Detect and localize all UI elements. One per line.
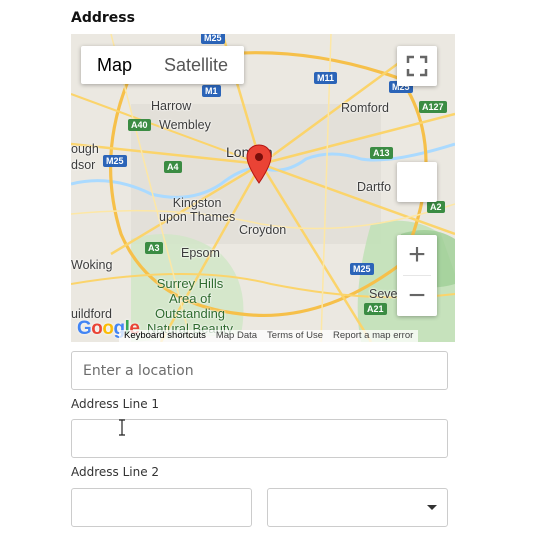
- road-shield-a13: A13: [370, 147, 393, 159]
- map-type-map-button[interactable]: Map: [81, 46, 148, 84]
- road-shield-m25-w: M25: [103, 155, 127, 167]
- terms-of-use-link[interactable]: Terms of Use: [262, 330, 328, 342]
- place-label-croydon: Croydon: [239, 223, 287, 237]
- place-label-slough: ough: [71, 142, 99, 156]
- place-label-windsor: dsor: [71, 158, 96, 172]
- street-view-pegman-button[interactable]: [397, 162, 437, 202]
- location-field: [71, 351, 448, 390]
- place-label-kingston: Kingston upon Thames: [159, 196, 236, 225]
- road-shield-a3: A3: [145, 242, 163, 254]
- map-attribution-bar: Keyboard shortcuts Map Data Terms of Use…: [119, 330, 419, 342]
- address-line1-field: [71, 419, 448, 458]
- chevron-down-icon: [427, 505, 437, 510]
- road-shield-m25: M25: [201, 34, 225, 44]
- location-input[interactable]: [72, 352, 447, 389]
- zoom-out-button[interactable]: −: [397, 276, 437, 316]
- place-label-harrow: Harrow: [151, 99, 192, 113]
- report-map-error-link[interactable]: Report a map error: [328, 330, 418, 342]
- place-label-woking: Woking: [71, 258, 113, 272]
- place-label-surrey-hills: Surrey Hills Area of Outstanding Natural…: [147, 276, 233, 336]
- address-line1-input[interactable]: [72, 420, 447, 457]
- road-shield-a21: A21: [364, 303, 387, 315]
- keyboard-shortcuts-link[interactable]: Keyboard shortcuts: [119, 330, 211, 342]
- text-cursor-icon: [119, 419, 125, 436]
- place-label-dartford: Dartfo: [357, 180, 392, 194]
- road-shield-a4: A4: [164, 161, 182, 173]
- road-shield-m1: M1: [202, 85, 221, 97]
- address-line1-label: Address Line 1: [71, 397, 160, 411]
- road-shield-a127: A127: [419, 101, 447, 113]
- road-shield-a2: A2: [427, 201, 445, 213]
- map-type-control: Map Satellite: [81, 46, 245, 84]
- map-pin-icon[interactable]: [246, 144, 272, 184]
- road-shield-m11: M11: [314, 72, 338, 84]
- road-shield-m25-se: M25: [350, 263, 374, 275]
- place-label-wembley: Wembley: [159, 118, 211, 132]
- address-select[interactable]: [267, 488, 448, 527]
- road-shield-a40: A40: [128, 119, 151, 131]
- place-label-epsom: Epsom: [181, 246, 220, 260]
- address-section-title: Address: [71, 10, 135, 26]
- fullscreen-button[interactable]: [397, 46, 437, 86]
- fullscreen-icon: [406, 55, 428, 77]
- map-data-link[interactable]: Map Data: [211, 330, 262, 342]
- zoom-control: + −: [397, 235, 437, 316]
- address-line2-field: [71, 488, 252, 527]
- place-label-romford: Romford: [341, 101, 389, 115]
- zoom-in-button[interactable]: +: [397, 235, 437, 275]
- address-line2-input[interactable]: [72, 489, 251, 526]
- map-widget[interactable]: Harrow Wembley Romford London ough dsor …: [71, 34, 455, 342]
- map-type-satellite-button[interactable]: Satellite: [148, 46, 244, 84]
- address-line2-label: Address Line 2: [71, 465, 160, 479]
